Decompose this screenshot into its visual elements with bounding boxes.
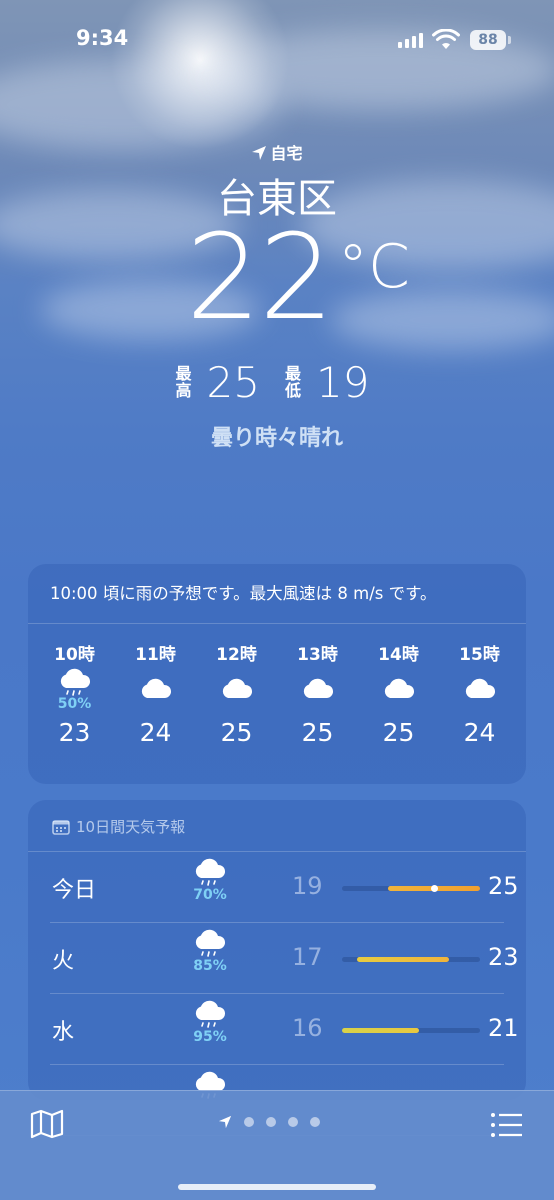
hourly-summary: 10:00 頃に雨の予想です。最大風速は 8 m/s です。 xyxy=(28,564,526,624)
hour-precip-chance: 50% xyxy=(57,696,92,712)
hourly-list: 10時 50% 23 11時 24 12時 25 13時 25 14時 25 15時 24 xyxy=(28,624,526,747)
rain-cloud-icon xyxy=(195,1000,226,1028)
rain-cloud-icon xyxy=(195,929,226,957)
page-dot[interactable] xyxy=(310,1117,320,1127)
day-name: 火 xyxy=(52,949,75,974)
day-low: 16 xyxy=(292,1014,323,1042)
current-temp-dot xyxy=(430,885,438,892)
hour-icon-wrap xyxy=(277,668,358,714)
temperature-range-bar xyxy=(342,1028,480,1033)
day-row[interactable]: 水 95% 16 21 xyxy=(50,994,519,1065)
hour-icon-wrap xyxy=(439,668,520,714)
hour-temp: 24 xyxy=(463,718,496,747)
home-indicator[interactable] xyxy=(178,1184,376,1190)
hourly-forecast-card[interactable]: 10:00 頃に雨の予想です。最大風速は 8 m/s です。 10時 50% 23 1… xyxy=(28,564,526,784)
current-temperature: 22 xyxy=(186,208,334,346)
daily-forecast-title: 10日間天気予報 xyxy=(76,818,186,836)
location-arrow-icon xyxy=(252,146,267,160)
day-row[interactable]: 火 85% 17 23 xyxy=(50,923,519,994)
page-indicator[interactable] xyxy=(218,1115,320,1129)
cloud-icon xyxy=(222,678,252,698)
battery-icon: 88 xyxy=(470,30,506,50)
cloud-icon xyxy=(303,678,333,698)
battery-tip xyxy=(508,36,511,44)
high-value: 25 xyxy=(206,358,260,407)
page-dot[interactable] xyxy=(288,1117,298,1127)
day-icon-wrap: 70% xyxy=(174,858,246,903)
day-precip-chance: 95% xyxy=(193,1029,227,1045)
weather-condition: 曇り時々晴れ xyxy=(210,426,343,451)
hour-icon-wrap xyxy=(115,668,196,714)
temperature-range-bar xyxy=(342,885,480,892)
hour-item: 12時 25 xyxy=(196,640,277,747)
temperature-range-fill xyxy=(357,957,450,962)
low-value: 19 xyxy=(316,358,370,407)
location-label: 自宅 xyxy=(270,144,303,163)
hour-temp: 25 xyxy=(382,718,415,747)
hour-label: 11時 xyxy=(135,645,176,665)
day-name: 水 xyxy=(52,1020,75,1045)
page-dot[interactable] xyxy=(244,1117,254,1127)
low-label: 最低 xyxy=(284,363,301,400)
day-icon-wrap: 85% xyxy=(174,929,246,974)
hour-icon-wrap xyxy=(358,668,439,714)
cellular-signal-icon xyxy=(398,32,423,48)
hour-item: 13時 25 xyxy=(277,640,358,747)
rain-cloud-icon xyxy=(195,858,226,886)
day-name: 今日 xyxy=(52,878,97,903)
status-time: 9:34 xyxy=(76,26,129,50)
high-low: 最高 25 最低 19 xyxy=(0,358,554,407)
hour-item: 10時 50% 23 xyxy=(34,640,115,747)
day-precip-chance: 70% xyxy=(193,887,227,903)
status-bar: 9:34 88 xyxy=(0,24,554,60)
hour-temp: 25 xyxy=(220,718,253,747)
hour-item: 11時 24 xyxy=(115,640,196,747)
cloud-icon xyxy=(141,678,171,698)
hour-label: 15時 xyxy=(459,645,500,665)
hour-label: 12時 xyxy=(216,645,257,665)
hour-label: 13時 xyxy=(297,645,338,665)
day-icon-wrap: 95% xyxy=(174,1000,246,1045)
temperature-range-fill xyxy=(342,1028,419,1033)
page-dot[interactable] xyxy=(266,1117,276,1127)
day-high: 21 xyxy=(488,1014,519,1042)
rain-cloud-icon xyxy=(60,668,90,696)
hour-item: 14時 25 xyxy=(358,640,439,747)
temperature-unit: °C xyxy=(338,232,410,302)
hour-icon-wrap xyxy=(196,668,277,714)
location-arrow-icon xyxy=(218,1115,232,1129)
day-high: 25 xyxy=(488,872,519,900)
day-high: 23 xyxy=(488,943,519,971)
hour-temp: 24 xyxy=(139,718,172,747)
cloud-icon xyxy=(465,678,495,698)
daily-forecast-card[interactable]: 10日間天気予報 今日 70% 19 25 火 85% 17 23 水 95% 16 21 xyxy=(28,800,526,1136)
hour-label: 10時 xyxy=(54,645,95,665)
high-label: 最高 xyxy=(175,363,192,400)
list-icon[interactable] xyxy=(490,1111,524,1139)
sun-glow xyxy=(110,0,290,150)
current-location-tag: 自宅 xyxy=(0,140,554,164)
temperature-range-bar xyxy=(342,957,480,962)
map-icon[interactable] xyxy=(30,1109,64,1139)
hour-temp: 23 xyxy=(58,718,91,747)
hour-item: 15時 24 xyxy=(439,640,520,747)
hour-label: 14時 xyxy=(378,645,419,665)
day-low: 17 xyxy=(292,943,323,971)
hour-icon-wrap: 50% xyxy=(34,668,115,714)
day-row[interactable]: 今日 70% 19 25 xyxy=(50,852,519,923)
day-low: 19 xyxy=(292,872,323,900)
cloud-icon xyxy=(384,678,414,698)
day-precip-chance: 85% xyxy=(193,958,227,974)
calendar-icon xyxy=(52,820,70,835)
wifi-icon xyxy=(432,29,460,49)
hour-temp: 25 xyxy=(301,718,334,747)
daily-forecast-header: 10日間天気予報 xyxy=(28,800,526,852)
